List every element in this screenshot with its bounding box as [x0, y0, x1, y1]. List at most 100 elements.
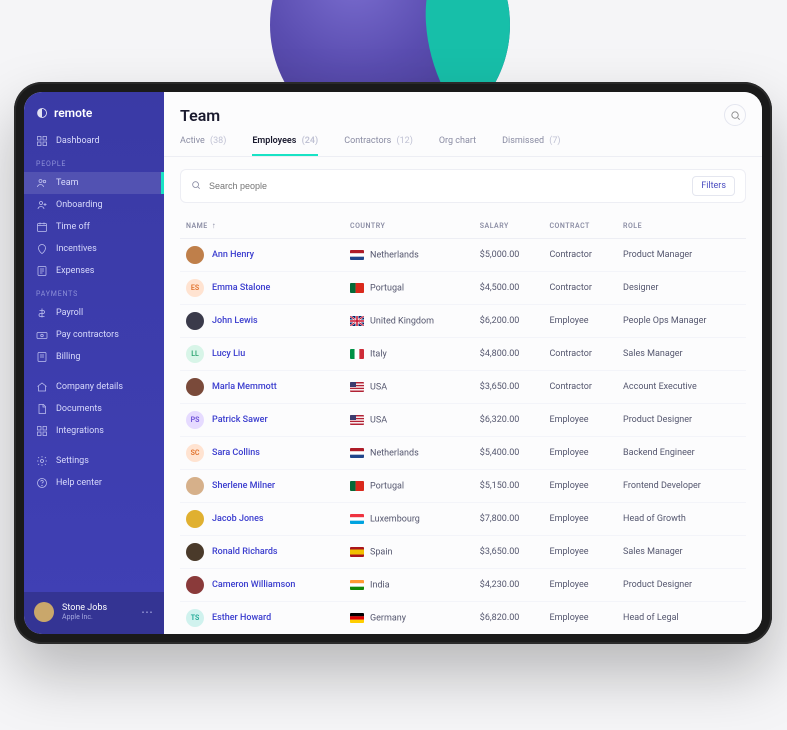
contract-cell: Employee	[543, 569, 617, 602]
sidebar-item-company-details[interactable]: Company details	[24, 376, 164, 398]
table-row[interactable]: TSEsther HowardGermany$6,820.00EmployeeH…	[180, 602, 746, 635]
role-cell: Sales Manager	[617, 338, 746, 371]
employee-name: Patrick Sawer	[212, 415, 268, 425]
contract-cell: Employee	[543, 470, 617, 503]
table-row[interactable]: ESEmma StalonePortugal$4,500.00Contracto…	[180, 272, 746, 305]
table-row[interactable]: Ann HenryNetherlands$5,000.00ContractorP…	[180, 239, 746, 272]
flag-icon	[350, 415, 364, 425]
sidebar-item-payroll[interactable]: Payroll	[24, 302, 164, 324]
incentives-icon	[36, 243, 48, 255]
sidebar-item-label: Team	[56, 178, 79, 188]
tab-label: Dismissed	[502, 136, 544, 146]
employee-name: Emma Stalone	[212, 283, 270, 293]
user-avatar	[34, 602, 54, 622]
employee-name: Esther Howard	[212, 613, 271, 623]
table-row[interactable]: Cameron WilliamsonIndia$4,230.00Employee…	[180, 569, 746, 602]
tablet-frame: remote Dashboard PEOPLE TeamOnboardingTi…	[14, 82, 772, 644]
tab-dismissed[interactable]: Dismissed (7)	[502, 136, 560, 156]
search-input[interactable]	[209, 181, 684, 191]
flag-icon	[350, 250, 364, 260]
salary-cell: $5,400.00	[474, 437, 544, 470]
table-row[interactable]: SCSara CollinsNetherlands$5,400.00Employ…	[180, 437, 746, 470]
sidebar-item-incentives[interactable]: Incentives	[24, 238, 164, 260]
table-row[interactable]: LLLucy LiuItaly$4,800.00ContractorSales …	[180, 338, 746, 371]
salary-cell: $7,800.00	[474, 503, 544, 536]
role-cell: Head of Legal	[617, 602, 746, 635]
sidebar-item-pay-contractors[interactable]: Pay contractors	[24, 324, 164, 346]
country-name: United Kingdom	[370, 316, 434, 326]
employee-name: Sara Collins	[212, 448, 260, 458]
table-row[interactable]: Jacob JonesLuxembourg$7,800.00EmployeeHe…	[180, 503, 746, 536]
sidebar-item-help-center[interactable]: Help center	[24, 472, 164, 494]
tab-contractors[interactable]: Contractors (12)	[344, 136, 413, 156]
role-cell: People Ops Manager	[617, 305, 746, 338]
brand[interactable]: remote	[24, 92, 164, 130]
col-role[interactable]: ROLE	[617, 213, 746, 239]
table-row[interactable]: Sherlene MilnerPortugal$5,150.00Employee…	[180, 470, 746, 503]
sidebar-item-label: Payroll	[56, 308, 83, 318]
employee-name: Marla Memmott	[212, 382, 277, 392]
flag-icon	[350, 316, 364, 326]
user-menu-icon[interactable]: ⋯	[141, 605, 154, 619]
country-name: USA	[370, 415, 387, 425]
avatar	[186, 312, 204, 330]
sidebar-user-card[interactable]: Stone Jobs Apple Inc. ⋯	[24, 592, 164, 634]
sidebar-item-label: Dashboard	[56, 136, 100, 146]
companydetails-icon	[36, 381, 48, 393]
employee-name: Jacob Jones	[212, 514, 264, 524]
sidebar-item-label: Help center	[56, 478, 102, 488]
role-cell: Product Designer	[617, 404, 746, 437]
app-screen: remote Dashboard PEOPLE TeamOnboardingTi…	[24, 92, 762, 634]
avatar	[186, 477, 204, 495]
sidebar-item-label: Expenses	[56, 266, 94, 276]
col-salary[interactable]: SALARY	[474, 213, 544, 239]
contract-cell: Employee	[543, 602, 617, 635]
sidebar-item-label: Company details	[56, 382, 123, 392]
sidebar-item-settings[interactable]: Settings	[24, 450, 164, 472]
avatar: SC	[186, 444, 204, 462]
sidebar-item-expenses[interactable]: Expenses	[24, 260, 164, 282]
brand-name: remote	[54, 106, 92, 120]
page-title: Team	[180, 106, 220, 125]
country-name: USA	[370, 382, 387, 392]
tab-count: (7)	[547, 136, 561, 146]
role-cell: Account Executive	[617, 371, 746, 404]
sidebar-item-documents[interactable]: Documents	[24, 398, 164, 420]
sort-asc-icon: ↑	[212, 221, 217, 230]
employees-table: NAME↑ COUNTRY SALARY CONTRACT ROLE Ann H…	[180, 213, 746, 634]
contract-cell: Contractor	[543, 371, 617, 404]
documents-icon	[36, 403, 48, 415]
sidebar-item-label: Settings	[56, 456, 89, 466]
sidebar-item-dashboard[interactable]: Dashboard	[24, 130, 164, 152]
role-cell: Designer	[617, 272, 746, 305]
sidebar-item-billing[interactable]: Billing	[24, 346, 164, 368]
sidebar-item-time-off[interactable]: Time off	[24, 216, 164, 238]
country-name: Portugal	[370, 481, 404, 491]
salary-cell: $4,230.00	[474, 569, 544, 602]
sidebar-item-team[interactable]: Team	[24, 172, 164, 194]
flag-icon	[350, 613, 364, 623]
contract-cell: Employee	[543, 404, 617, 437]
role-cell: Product Manager	[617, 239, 746, 272]
tab-org-chart[interactable]: Org chart	[439, 136, 476, 156]
table-row[interactable]: John LewisUnited Kingdom$6,200.00Employe…	[180, 305, 746, 338]
sidebar-item-onboarding[interactable]: Onboarding	[24, 194, 164, 216]
flag-icon	[350, 547, 364, 557]
col-contract[interactable]: CONTRACT	[543, 213, 617, 239]
col-name[interactable]: NAME↑	[180, 213, 344, 239]
tab-employees[interactable]: Employees (24)	[252, 136, 318, 156]
table-row[interactable]: Ronald RichardsSpain$3,650.00EmployeeSal…	[180, 536, 746, 569]
salary-cell: $5,150.00	[474, 470, 544, 503]
country-name: Luxembourg	[370, 514, 420, 524]
payroll-icon	[36, 307, 48, 319]
timeoff-icon	[36, 221, 48, 233]
tab-active[interactable]: Active (38)	[180, 136, 226, 156]
table-row[interactable]: Marla MemmottUSA$3,650.00ContractorAccou…	[180, 371, 746, 404]
contract-cell: Contractor	[543, 272, 617, 305]
global-search-button[interactable]	[724, 104, 746, 126]
sidebar-item-integrations[interactable]: Integrations	[24, 420, 164, 442]
employee-name: Ann Henry	[212, 250, 254, 260]
col-country[interactable]: COUNTRY	[344, 213, 474, 239]
filters-button[interactable]: Filters	[692, 176, 735, 196]
table-row[interactable]: PSPatrick SawerUSA$6,320.00EmployeeProdu…	[180, 404, 746, 437]
